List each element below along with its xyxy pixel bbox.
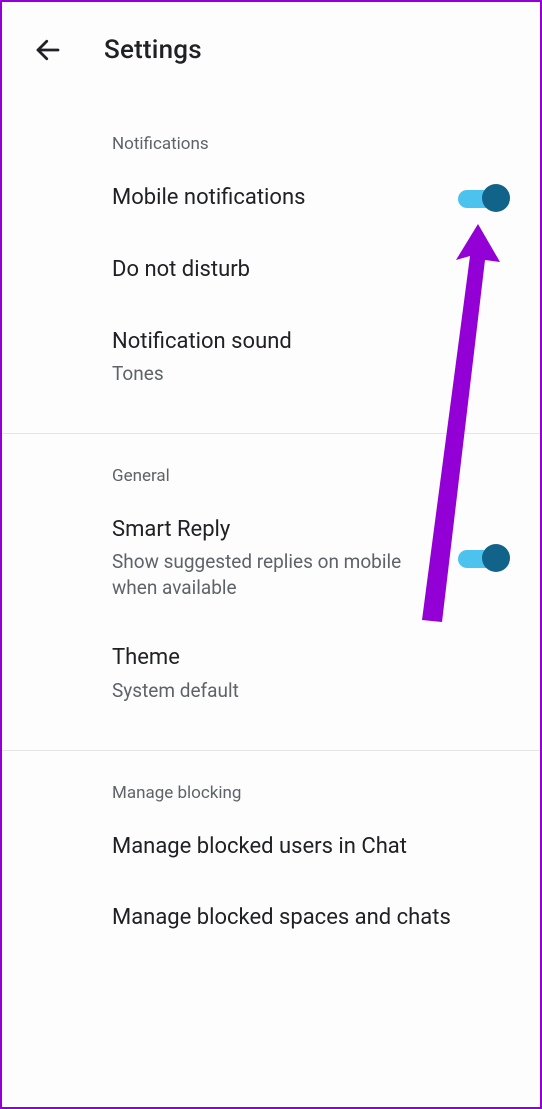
toggle-thumb [482, 544, 510, 572]
row-title-do-not-disturb: Do not disturb [112, 256, 250, 284]
row-title-blocked-spaces: Manage blocked spaces and chats [112, 904, 451, 932]
row-title-smart-reply: Smart Reply [112, 516, 412, 544]
section-manage-blocking: Manage blocking Manage blocked users in … [2, 751, 540, 978]
toggle-mobile-notifications[interactable] [458, 184, 506, 212]
row-title-theme: Theme [112, 644, 239, 672]
row-blocked-users[interactable]: Manage blocked users in Chat [2, 811, 540, 883]
app-header: Settings [2, 2, 540, 86]
section-general: General Smart Reply Show suggested repli… [2, 434, 540, 751]
row-title-mobile-notifications: Mobile notifications [112, 184, 305, 212]
row-sub-notification-sound: Tones [112, 361, 292, 387]
row-theme[interactable]: Theme System default [2, 622, 540, 725]
row-do-not-disturb[interactable]: Do not disturb [2, 234, 540, 306]
toggle-thumb [482, 184, 510, 212]
page-title: Settings [104, 35, 202, 65]
section-notifications: Notifications Mobile notifications Do no… [2, 86, 540, 434]
back-button[interactable] [28, 30, 68, 70]
row-sub-smart-reply: Show suggested replies on mobile when av… [112, 549, 412, 600]
row-title-blocked-users: Manage blocked users in Chat [112, 833, 407, 861]
row-sub-theme: System default [112, 678, 239, 704]
arrow-back-icon [33, 35, 63, 65]
toggle-smart-reply[interactable] [458, 544, 506, 572]
section-header-manage-blocking: Manage blocking [2, 751, 540, 811]
section-header-general: General [2, 434, 540, 494]
section-header-notifications: Notifications [2, 86, 540, 162]
row-blocked-spaces[interactable]: Manage blocked spaces and chats [2, 882, 540, 954]
row-smart-reply[interactable]: Smart Reply Show suggested replies on mo… [2, 494, 540, 623]
row-title-notification-sound: Notification sound [112, 328, 292, 356]
row-mobile-notifications[interactable]: Mobile notifications [2, 162, 540, 234]
row-notification-sound[interactable]: Notification sound Tones [2, 306, 540, 409]
